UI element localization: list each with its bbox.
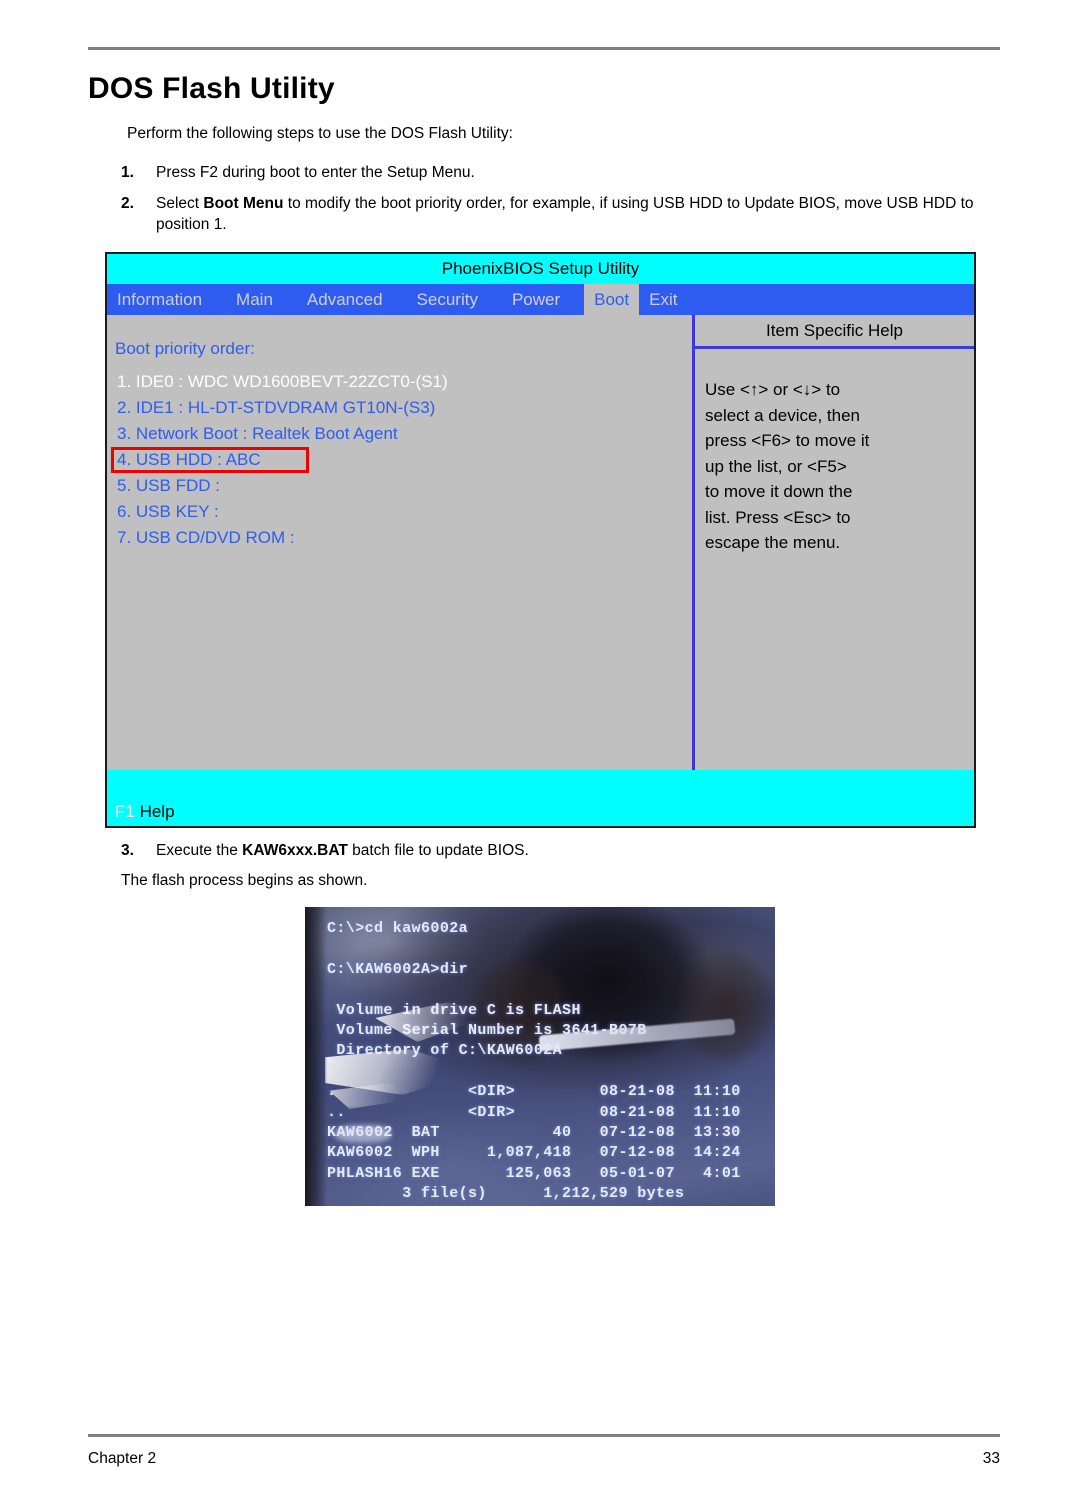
page-title: DOS Flash Utility — [88, 72, 335, 105]
item-specific-help-pane: Item Specific Help Use <↑> or <↓> to sel… — [695, 315, 974, 778]
step-2-text-before: Select — [156, 195, 204, 212]
help-panel-title: Item Specific Help — [695, 315, 974, 349]
dos-console-output: C:\>cd kaw6002a C:\KAW6002A>dir Volume i… — [327, 920, 741, 1206]
bios-key-legend-bar: F1 Help ↑↓ Select Item F5/F6 Change Valu… — [107, 770, 974, 826]
step-3: 3. Execute the KAW6xxx.BAT batch file to… — [121, 840, 529, 861]
step-2-number: 2. — [121, 195, 134, 212]
bios-tab-security[interactable]: Security — [407, 284, 488, 315]
menu-spacer — [283, 284, 297, 315]
key-esc[interactable]: Esc Exit — [115, 826, 176, 828]
boot-item-7[interactable]: 7. USB CD/DVD ROM : — [115, 525, 675, 551]
bios-tab-boot[interactable]: Boot — [584, 284, 640, 315]
boot-item-4[interactable]: 4. USB HDD : ABC — [111, 447, 675, 473]
boot-item-1[interactable]: 1. IDE0 : WDC WD1600BEVT-22ZCT0-(S1) — [115, 369, 675, 395]
step-3-text: Execute the KAW6xxx.BAT batch file to up… — [156, 840, 529, 861]
dos-flash-screenshot-photo: C:\>cd kaw6002a C:\KAW6002A>dir Volume i… — [305, 907, 775, 1206]
flash-process-note: The flash process begins as shown. — [121, 872, 368, 889]
header-rule — [88, 47, 1000, 50]
footer-page-number: 33 — [982, 1450, 1000, 1467]
bios-tab-power[interactable]: Power — [502, 284, 570, 315]
bios-title-bar: PhoenixBIOS Setup Utility — [107, 254, 974, 284]
bios-tab-information[interactable]: Information — [107, 284, 212, 315]
footer-rule — [88, 1434, 1000, 1437]
step-1: 1. Press F2 during boot to enter the Set… — [121, 162, 475, 183]
step-3-number: 3. — [121, 842, 134, 859]
step-3-bold: KAW6xxx.BAT — [242, 842, 348, 859]
bios-setup-window: PhoenixBIOS Setup Utility Information Ma… — [105, 252, 976, 828]
step-2: 2. Select Boot Menu to modify the boot p… — [121, 193, 1011, 235]
boot-item-5[interactable]: 5. USB FDD : — [115, 473, 675, 499]
menu-spacer — [212, 284, 226, 315]
boot-item-3[interactable]: 3. Network Boot : Realtek Boot Agent — [115, 421, 675, 447]
document-page: DOS Flash Utility Perform the following … — [0, 0, 1080, 1512]
bios-tab-exit[interactable]: Exit — [639, 284, 687, 315]
step-2-bold: Boot Menu — [203, 195, 284, 212]
menu-spacer — [488, 284, 502, 315]
key-legend-row-1: F1 Help ↑↓ Select Item F5/F6 Change Valu… — [107, 770, 974, 821]
bios-tab-advanced[interactable]: Advanced — [297, 284, 393, 315]
boot-item-2[interactable]: 2. IDE1 : HL-DT-STDVDRAM GT10N-(S3) — [115, 395, 675, 421]
key-legend-row-2: Esc Exit ←→ Select Menu Enter Select▶Sub… — [107, 798, 974, 826]
key-arrows-updown[interactable]: ↑↓ Select Item — [252, 826, 359, 828]
footer-chapter: Chapter 2 — [88, 1450, 157, 1467]
step-3-text-before: Execute the — [156, 842, 243, 859]
help-panel-body: Use <↑> or <↓> to select a device, then … — [705, 380, 870, 552]
intro-paragraph: Perform the following steps to use the D… — [127, 125, 513, 142]
menu-spacer — [570, 284, 584, 315]
boot-item-6[interactable]: 6. USB KEY : — [115, 499, 675, 525]
step-2-text: Select Boot Menu to modify the boot prio… — [156, 193, 1011, 235]
boot-priority-list: 1. IDE0 : WDC WD1600BEVT-22ZCT0-(S1) 2. … — [111, 369, 675, 551]
step-3-text-after: batch file to update BIOS. — [347, 842, 529, 859]
bios-tab-main[interactable]: Main — [226, 284, 283, 315]
bios-content-area: Boot priority order: 1. IDE0 : WDC WD160… — [107, 315, 974, 778]
boot-priority-label: Boot priority order: — [115, 339, 255, 358]
step-1-text: Press F2 during boot to enter the Setup … — [156, 164, 475, 181]
menu-spacer — [393, 284, 407, 315]
step-1-number: 1. — [121, 164, 134, 181]
boot-priority-pane: Boot priority order: 1. IDE0 : WDC WD160… — [107, 315, 692, 778]
bios-menu-bar: Information Main Advanced Security Power… — [107, 284, 974, 315]
